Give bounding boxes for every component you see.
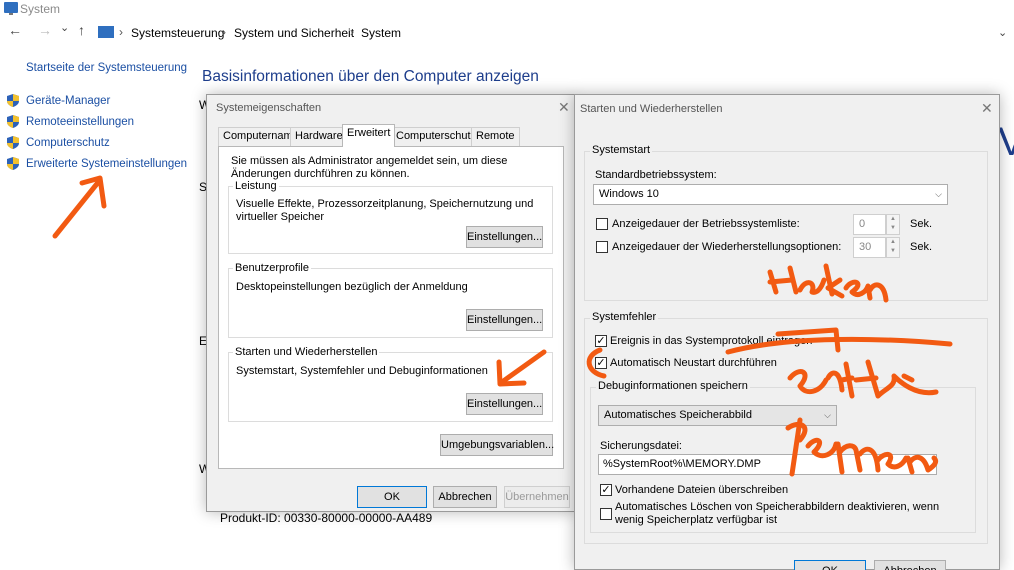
- recovery-time-input[interactable]: 30: [853, 237, 886, 258]
- default-os-value: Windows 10: [599, 188, 659, 200]
- window-title: System: [20, 2, 61, 16]
- environment-variables-button[interactable]: Umgebungsvariablen...: [440, 434, 554, 456]
- spin-buttons[interactable]: ▲ ▼: [886, 237, 900, 258]
- performance-settings-button[interactable]: Einstellungen...: [466, 226, 543, 248]
- overwrite-checkbox[interactable]: ✓: [600, 484, 612, 496]
- group-label: Benutzerprofile: [233, 262, 311, 274]
- os-list-time-checkbox[interactable]: [596, 218, 608, 230]
- recovery-time-label: Anzeigedauer der Wiederherstellungsoptio…: [612, 241, 842, 253]
- group-label: Systemstart: [590, 144, 653, 156]
- breadcrumb-system[interactable]: System: [361, 26, 401, 40]
- breadcrumb-separator: ›: [222, 25, 226, 39]
- address-dropdown-icon[interactable]: ⌄: [998, 26, 1007, 39]
- annotation-arrow-head: [79, 175, 107, 209]
- control-panel-home-link[interactable]: Startseite der Systemsteuerung: [26, 62, 187, 74]
- tab-erweitert[interactable]: Erweitert: [342, 124, 396, 147]
- close-icon[interactable]: ✕: [981, 100, 993, 117]
- shield-icon: [7, 136, 19, 149]
- system-app-icon: [4, 2, 18, 15]
- tab-remote[interactable]: Remote: [471, 127, 520, 146]
- debug-type-select[interactable]: Automatisches Speicherabbild ⌵: [598, 405, 837, 426]
- dump-file-label: Sicherungsdatei:: [600, 440, 682, 452]
- os-list-time-label: Anzeigedauer der Betriebssystemliste:: [612, 218, 800, 230]
- recovery-time-checkbox[interactable]: [596, 241, 608, 253]
- debug-type-value: Automatisches Speicherabbild: [604, 409, 752, 421]
- seconds-unit: Sek.: [910, 218, 933, 230]
- ok-button[interactable]: OK: [794, 560, 866, 570]
- default-os-select[interactable]: Windows 10 ⌵: [593, 184, 948, 205]
- breadcrumb-system-und-sicherheit[interactable]: System und Sicherheit: [234, 26, 354, 40]
- dialog-title: Systemeigenschaften: [216, 102, 322, 114]
- screenshot-root: System ← → ⌄ ↑ › Systemsteuerung › Syste…: [0, 0, 1014, 570]
- spin-buttons[interactable]: ▲ ▼: [886, 214, 900, 235]
- group-description: Desktopeinstellungen bezüglich der Anmel…: [236, 281, 468, 293]
- sidebar-item-geraete-manager[interactable]: Geräte-Manager: [26, 95, 110, 107]
- os-list-time-input[interactable]: 0: [853, 214, 886, 235]
- up-arrow-icon[interactable]: ↑: [78, 22, 85, 38]
- sidebar-item-erweiterte-systemeinstellungen[interactable]: Erweiterte Systemeinstellungen: [26, 158, 187, 170]
- cancel-button[interactable]: Abbrechen: [874, 560, 946, 570]
- sidebar-item-computerschutz[interactable]: Computerschutz: [26, 137, 110, 149]
- control-panel-icon: [98, 26, 114, 38]
- breadcrumb-separator: ›: [350, 25, 354, 39]
- forward-arrow-icon[interactable]: →: [38, 22, 52, 38]
- chevron-down-icon: ⌵: [824, 410, 831, 420]
- disable-auto-delete-label: Automatisches Löschen von Speicherabbild…: [615, 501, 940, 526]
- log-event-checkbox[interactable]: ✓: [595, 335, 607, 347]
- shield-icon: [7, 157, 19, 170]
- tab-hardware[interactable]: Hardware: [290, 127, 348, 146]
- dialog-title: Starten und Wiederherstellen: [580, 103, 723, 115]
- group-description: Visuelle Effekte, Prozessorzeitplanung, …: [236, 198, 534, 223]
- group-label: Debuginformationen speichern: [596, 380, 750, 392]
- log-event-label: Ereignis in das Systemprotokoll eintrage…: [610, 335, 813, 347]
- group-description: Systemstart, Systemfehler und Debuginfor…: [236, 365, 488, 377]
- shield-icon: [7, 94, 19, 107]
- back-arrow-icon[interactable]: ←: [8, 22, 22, 38]
- group-label: Starten und Wiederherstellen: [233, 346, 380, 358]
- chevron-down-icon: ⌵: [935, 189, 942, 199]
- ok-button[interactable]: OK: [357, 486, 427, 508]
- page-heading: Basisinformationen über den Computer anz…: [202, 68, 539, 85]
- overwrite-label: Vorhandene Dateien überschreiben: [615, 484, 789, 496]
- partial-heading: V: [998, 120, 1014, 164]
- shield-icon: [7, 115, 19, 128]
- group-label: Leistung: [233, 180, 279, 192]
- seconds-unit: Sek.: [910, 241, 933, 253]
- user-profiles-settings-button[interactable]: Einstellungen...: [466, 309, 543, 331]
- breadcrumb-systemsteuerung[interactable]: Systemsteuerung: [131, 26, 224, 40]
- admin-note: Sie müssen als Administrator angemeldet …: [231, 155, 508, 180]
- auto-restart-checkbox[interactable]: ✓: [595, 357, 607, 369]
- product-id: Produkt-ID: 00330-80000-00000-AA489: [220, 511, 433, 525]
- group-label: Systemfehler: [590, 311, 659, 323]
- cancel-button[interactable]: Abbrechen: [433, 486, 497, 508]
- auto-restart-label: Automatisch Neustart durchführen: [610, 357, 777, 369]
- apply-button[interactable]: Übernehmen: [504, 486, 570, 508]
- annotation-arrow: [52, 177, 103, 239]
- default-os-label: Standardbetriebssystem:: [595, 169, 717, 181]
- dump-file-input[interactable]: %SystemRoot%\MEMORY.DMP: [598, 454, 937, 475]
- startup-recovery-settings-button[interactable]: Einstellungen...: [466, 393, 543, 415]
- disable-auto-delete-checkbox[interactable]: [600, 508, 612, 520]
- tab-computerschutz[interactable]: Computerschutz: [391, 127, 482, 146]
- breadcrumb-separator: ›: [119, 25, 123, 39]
- sidebar-item-remoteeinstellungen[interactable]: Remoteeinstellungen: [26, 116, 134, 128]
- close-icon[interactable]: ✕: [558, 99, 570, 116]
- recent-locations-icon[interactable]: ⌄: [60, 21, 69, 34]
